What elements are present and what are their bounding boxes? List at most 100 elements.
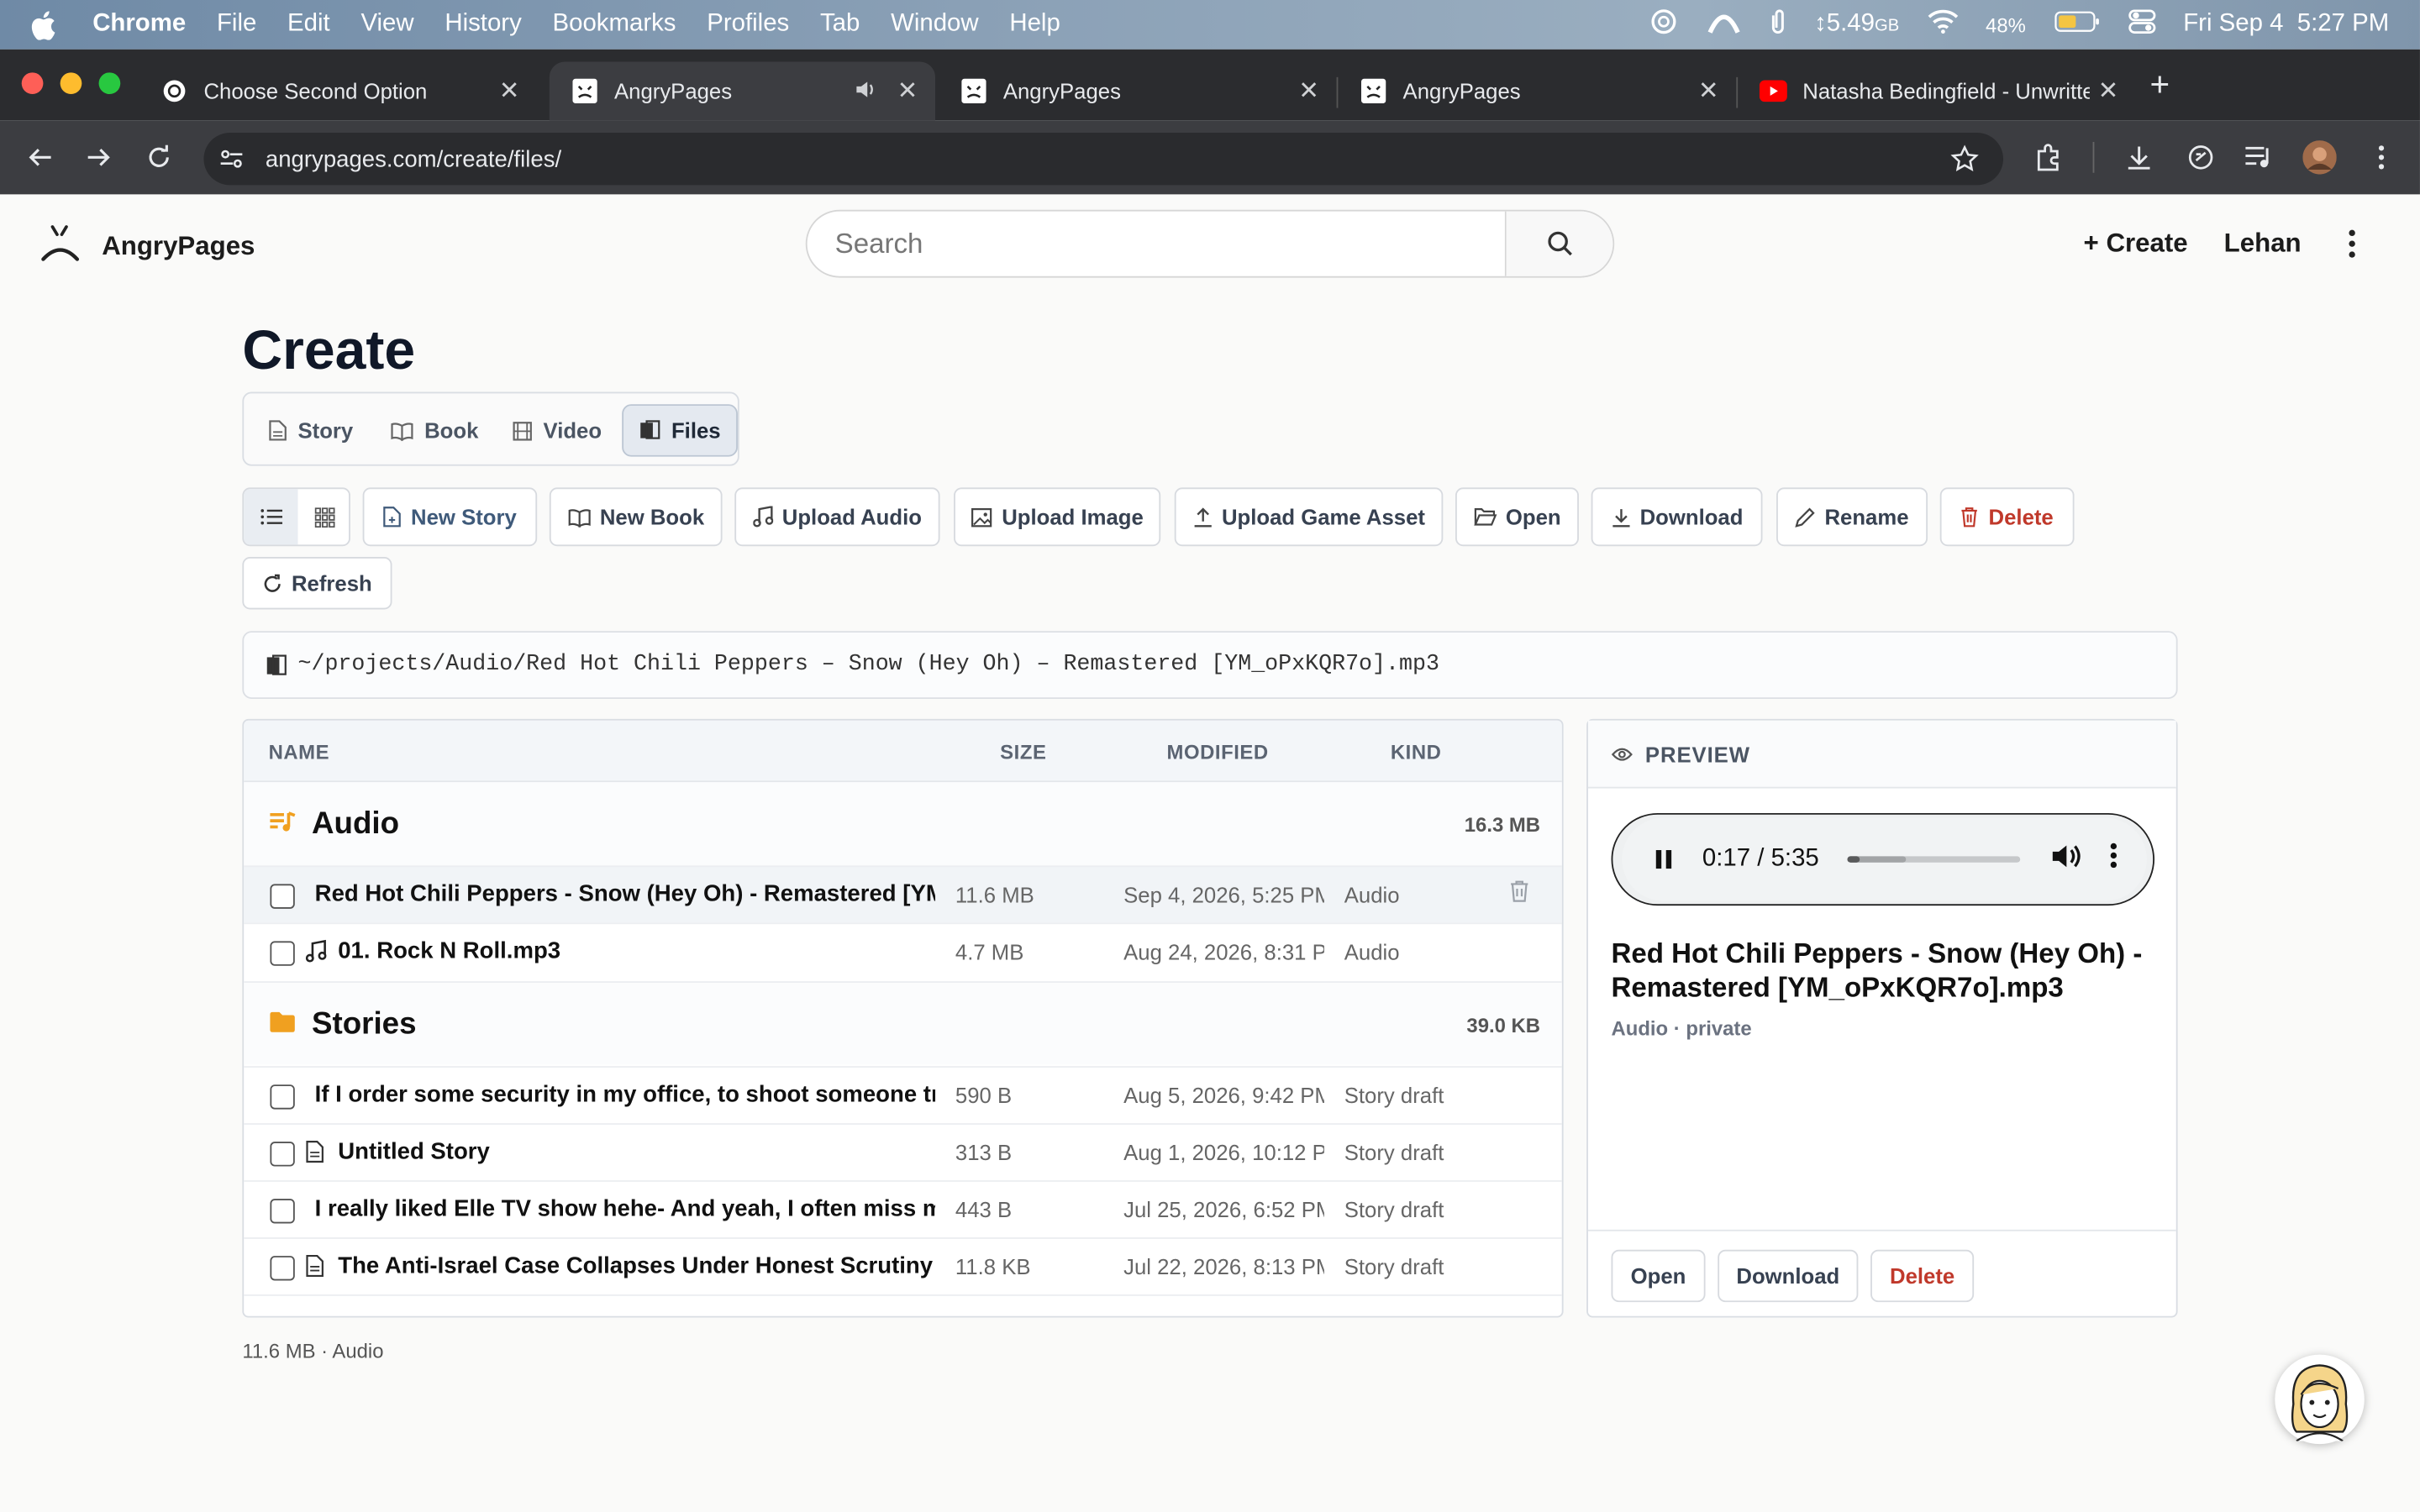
list-icon xyxy=(260,509,282,525)
delete-button[interactable]: Delete xyxy=(1939,487,2075,547)
chatgpt-icon[interactable] xyxy=(1648,6,1679,43)
table-row-partial[interactable] xyxy=(244,1294,1562,1316)
apple-icon[interactable] xyxy=(31,9,59,40)
upload-game-asset-button[interactable]: Upload Game Asset xyxy=(1174,487,1444,547)
table-row[interactable]: 01. Rock N Roll.mp3 4.7 MB Aug 24, 2026,… xyxy=(244,922,1562,979)
menu-profiles[interactable]: Profiles xyxy=(707,11,789,39)
tab-choose-second-option[interactable]: Choose Second Option ✕ xyxy=(139,61,537,120)
menu-bookmarks[interactable]: Bookmarks xyxy=(553,11,676,39)
row-checkbox[interactable] xyxy=(270,1256,295,1281)
rename-button[interactable]: Rename xyxy=(1776,487,1928,547)
user-menu[interactable]: Lehan xyxy=(2224,228,2302,260)
column-name[interactable]: NAME xyxy=(269,741,330,764)
open-button[interactable]: Open xyxy=(1455,487,1579,547)
zoom-window-button[interactable] xyxy=(98,72,121,95)
seek-bar[interactable] xyxy=(1846,856,2020,863)
tab-angrypages-2[interactable]: AngryPages ✕ xyxy=(939,61,1337,120)
extensions-icon[interactable] xyxy=(2031,139,2068,176)
close-tab-icon[interactable]: ✕ xyxy=(491,76,528,107)
close-tab-icon[interactable]: ✕ xyxy=(2090,76,2127,107)
row-checkbox[interactable] xyxy=(270,1199,295,1224)
arc-icon[interactable] xyxy=(1707,8,1740,41)
tab-angrypages-active[interactable]: AngryPages ✕ xyxy=(549,61,936,121)
search-input[interactable] xyxy=(807,211,1505,276)
new-tab-button[interactable]: + xyxy=(2150,65,2170,105)
tab-youtube[interactable]: Natasha Bedingfield - Unwritten ✕ xyxy=(1738,61,2136,120)
file-size: 443 B xyxy=(955,1197,1013,1222)
table-row[interactable]: If I order some security in my office, t… xyxy=(244,1066,1562,1123)
menu-view[interactable]: View xyxy=(360,11,413,39)
preview-download-button[interactable]: Download xyxy=(1718,1249,1859,1303)
site-settings-icon[interactable] xyxy=(219,146,244,177)
search-button[interactable] xyxy=(1504,211,1613,276)
menu-file[interactable]: File xyxy=(217,11,256,39)
preview-open-button[interactable]: Open xyxy=(1611,1249,1706,1303)
row-checkbox[interactable] xyxy=(270,1084,295,1110)
upload-image-button[interactable]: Upload Image xyxy=(954,487,1161,547)
reload-icon[interactable] xyxy=(140,139,177,176)
menu-window[interactable]: Window xyxy=(891,11,979,39)
upload-audio-button[interactable]: Upload Audio xyxy=(734,487,940,547)
memory-indicator[interactable]: ↕5.49GB xyxy=(1814,11,1899,39)
pause-button[interactable] xyxy=(1647,848,1681,870)
battery-icon[interactable] xyxy=(2054,11,2100,39)
row-trash-icon[interactable] xyxy=(1509,879,1529,907)
close-tab-icon[interactable]: ✕ xyxy=(1290,76,1327,107)
row-checkbox[interactable] xyxy=(270,941,295,966)
refresh-button[interactable]: Refresh xyxy=(242,557,392,610)
downloads-icon[interactable] xyxy=(2121,139,2158,176)
tab-angrypages-3[interactable]: AngryPages ✕ xyxy=(1338,61,1736,120)
speaker-icon[interactable] xyxy=(855,78,877,104)
table-row[interactable]: The Anti-Israel Case Collapses Under Hon… xyxy=(244,1237,1562,1294)
media-controls-icon[interactable] xyxy=(2241,139,2278,176)
menu-tab[interactable]: Tab xyxy=(820,11,860,39)
tab-story[interactable]: Story xyxy=(253,404,368,456)
close-window-button[interactable] xyxy=(21,72,44,95)
table-row[interactable]: Red Hot Chili Peppers - Snow (Hey Oh) - … xyxy=(244,865,1562,923)
volume-button[interactable] xyxy=(2050,842,2081,877)
menu-help[interactable]: Help xyxy=(1009,11,1060,39)
profile-avatar[interactable] xyxy=(2302,139,2338,176)
column-size[interactable]: SIZE xyxy=(1000,741,1046,764)
selection-status: 11.6 MB · Audio xyxy=(242,1339,384,1362)
column-kind[interactable]: KIND xyxy=(1391,741,1442,764)
table-row[interactable]: I really liked Elle TV show hehe- And ye… xyxy=(244,1180,1562,1237)
create-button[interactable]: + Create xyxy=(2084,228,2188,260)
menu-edit[interactable]: Edit xyxy=(287,11,330,39)
address-bar[interactable]: angrypages.com/create/files/ xyxy=(203,132,2004,186)
paperclip-icon[interactable] xyxy=(1768,6,1786,43)
table-row[interactable]: Untitled Story 313 B Aug 1, 2026, 10:12 … xyxy=(244,1123,1562,1180)
forward-icon[interactable] xyxy=(81,139,118,176)
row-checkbox[interactable] xyxy=(270,884,295,909)
tab-video[interactable]: Video xyxy=(497,404,617,456)
tab-book[interactable]: Book xyxy=(375,404,493,456)
sync-extension-icon[interactable] xyxy=(2182,139,2219,176)
assistant-avatar[interactable] xyxy=(2275,1354,2365,1445)
close-tab-icon[interactable]: ✕ xyxy=(889,76,926,107)
clock[interactable]: Fri Sep 4 5:27 PM xyxy=(2183,11,2389,39)
list-view-button[interactable] xyxy=(244,489,298,545)
group-audio[interactable]: Audio 16.3 MB xyxy=(244,782,1562,866)
preview-delete-button[interactable]: Delete xyxy=(1870,1249,1975,1303)
new-book-button[interactable]: New Book xyxy=(549,487,723,547)
grid-view-button[interactable] xyxy=(297,489,350,544)
download-button[interactable]: Download xyxy=(1591,487,1763,547)
chrome-menu-icon[interactable] xyxy=(2363,139,2400,176)
close-tab-icon[interactable]: ✕ xyxy=(1690,76,1727,107)
new-story-button[interactable]: New Story xyxy=(362,487,538,547)
back-icon[interactable] xyxy=(22,139,59,176)
row-checkbox[interactable] xyxy=(270,1142,295,1167)
column-modified[interactable]: MODIFIED xyxy=(1167,741,1269,764)
wifi-icon[interactable] xyxy=(1927,9,1958,40)
site-logo[interactable]: AngryPages xyxy=(40,222,255,270)
menu-app-chrome[interactable]: Chrome xyxy=(92,11,186,39)
minimize-window-button[interactable] xyxy=(60,72,82,95)
more-options-icon[interactable] xyxy=(2348,228,2357,267)
bookmark-star-icon[interactable] xyxy=(1950,144,1979,179)
control-center-icon[interactable] xyxy=(2128,9,2155,40)
menu-history[interactable]: History xyxy=(445,11,521,39)
group-stories[interactable]: Stories 39.0 KB xyxy=(244,981,1562,1065)
tab-files[interactable]: Files xyxy=(622,404,738,457)
player-more-icon[interactable] xyxy=(2109,843,2117,876)
battery-percent[interactable]: 48% xyxy=(1986,13,2026,37)
